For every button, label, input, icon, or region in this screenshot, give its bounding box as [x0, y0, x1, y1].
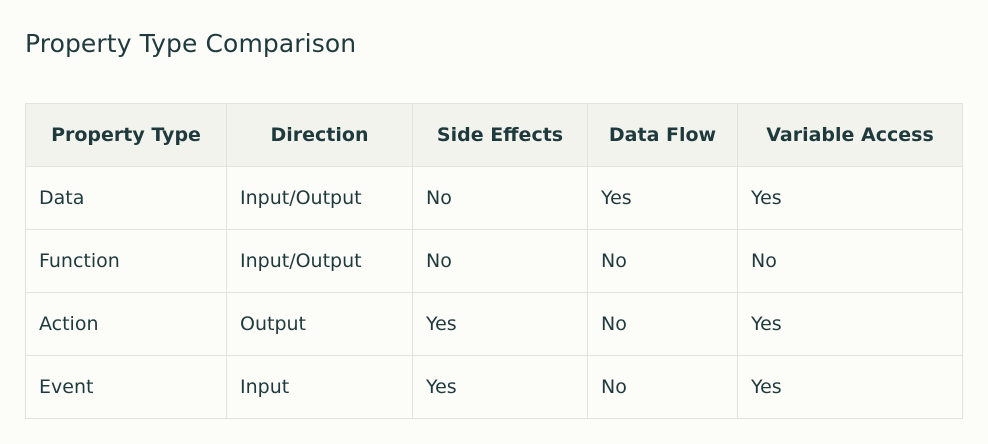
table-cell: Yes: [412, 292, 588, 356]
table-header: Property Type Direction Side Effects Dat…: [25, 103, 963, 167]
table-cell: Output: [226, 292, 413, 356]
table-cell: No: [412, 166, 588, 230]
table-cell: Event: [25, 355, 227, 419]
table-cell: Yes: [737, 292, 963, 356]
table-cell: Input/Output: [226, 166, 413, 230]
table-cell: Yes: [737, 355, 963, 419]
table-cell: No: [587, 229, 738, 293]
table-row: Action Output Yes No Yes: [25, 292, 963, 356]
table-cell: No: [587, 292, 738, 356]
table-cell: Yes: [587, 166, 738, 230]
column-header-data-flow: Data Flow: [587, 103, 738, 167]
table-cell: Data: [25, 166, 227, 230]
table-row: Data Input/Output No Yes Yes: [25, 166, 963, 230]
table-cell: Function: [25, 229, 227, 293]
table-cell: Action: [25, 292, 227, 356]
page-title: Property Type Comparison: [25, 29, 357, 58]
table-cell: Yes: [737, 166, 963, 230]
table-row: Function Input/Output No No No: [25, 229, 963, 293]
table-body: Data Input/Output No Yes Yes Function In…: [25, 166, 963, 419]
table-row: Event Input Yes No Yes: [25, 355, 963, 419]
comparison-table-container: Property Type Direction Side Effects Dat…: [25, 103, 963, 419]
column-header-side-effects: Side Effects: [412, 103, 588, 167]
column-header-property-type: Property Type: [25, 103, 227, 167]
table-cell: No: [587, 355, 738, 419]
table-cell: No: [737, 229, 963, 293]
column-header-variable-access: Variable Access: [737, 103, 963, 167]
table-cell: No: [412, 229, 588, 293]
table-cell: Yes: [412, 355, 588, 419]
table-cell: Input/Output: [226, 229, 413, 293]
column-header-direction: Direction: [226, 103, 413, 167]
comparison-table: Property Type Direction Side Effects Dat…: [25, 103, 963, 419]
header-row: Property Type Direction Side Effects Dat…: [25, 103, 963, 167]
table-cell: Input: [226, 355, 413, 419]
